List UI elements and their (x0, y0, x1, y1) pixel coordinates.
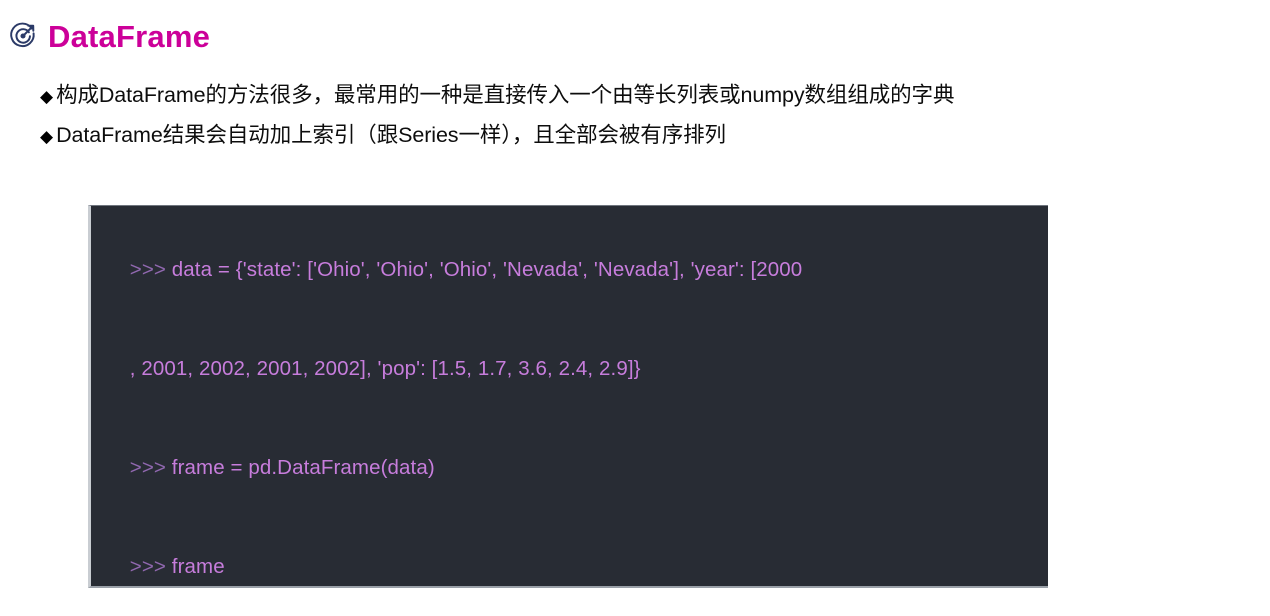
code-text: data = {'state': ['Ohio', 'Ohio', 'Ohio'… (171, 258, 803, 281)
code-text: frame = pd.DataFrame(data) (171, 456, 435, 479)
code-prompt: >>> (129, 456, 172, 479)
code-block: >>> data = {'state': ['Ohio', 'Ohio', 'O… (88, 205, 1048, 588)
code-prompt: >>> (129, 555, 172, 578)
code-text: frame (171, 555, 225, 578)
code-prompt: >>> (129, 258, 172, 281)
diamond-bullet-icon: ◆ (40, 127, 54, 146)
slide-title-row: DataFrame (8, 14, 210, 58)
list-item: ◆ 构成DataFrame的方法很多，最常用的一种是直接传入一个由等长列表或nu… (40, 76, 1270, 116)
code-line: >>> frame (95, 517, 1048, 586)
list-item-text: DataFrame结果会自动加上索引（跟Series一样），且全部会被有序排列 (56, 123, 726, 147)
page-title: DataFrame (48, 18, 211, 54)
list-item: ◆ DataFrame结果会自动加上索引（跟Series一样），且全部会被有序排… (40, 116, 1270, 156)
code-line: , 2001, 2002, 2001, 2002], 'pop': [1.5, … (95, 319, 1048, 418)
diamond-bullet-icon: ◆ (40, 87, 54, 106)
code-line: >>> frame = pd.DataFrame(data) (95, 418, 1048, 517)
code-line: >>> data = {'state': ['Ohio', 'Ohio', 'O… (95, 220, 1048, 319)
target-dart-icon (8, 21, 38, 51)
slide-canvas: DataFrame ◆ 构成DataFrame的方法很多，最常用的一种是直接传入… (0, 0, 1270, 616)
code-text: , 2001, 2002, 2001, 2002], 'pop': [1.5, … (129, 357, 641, 380)
bullet-list: ◆ 构成DataFrame的方法很多，最常用的一种是直接传入一个由等长列表或nu… (40, 76, 1270, 156)
list-item-text: 构成DataFrame的方法很多，最常用的一种是直接传入一个由等长列表或nump… (56, 83, 955, 107)
